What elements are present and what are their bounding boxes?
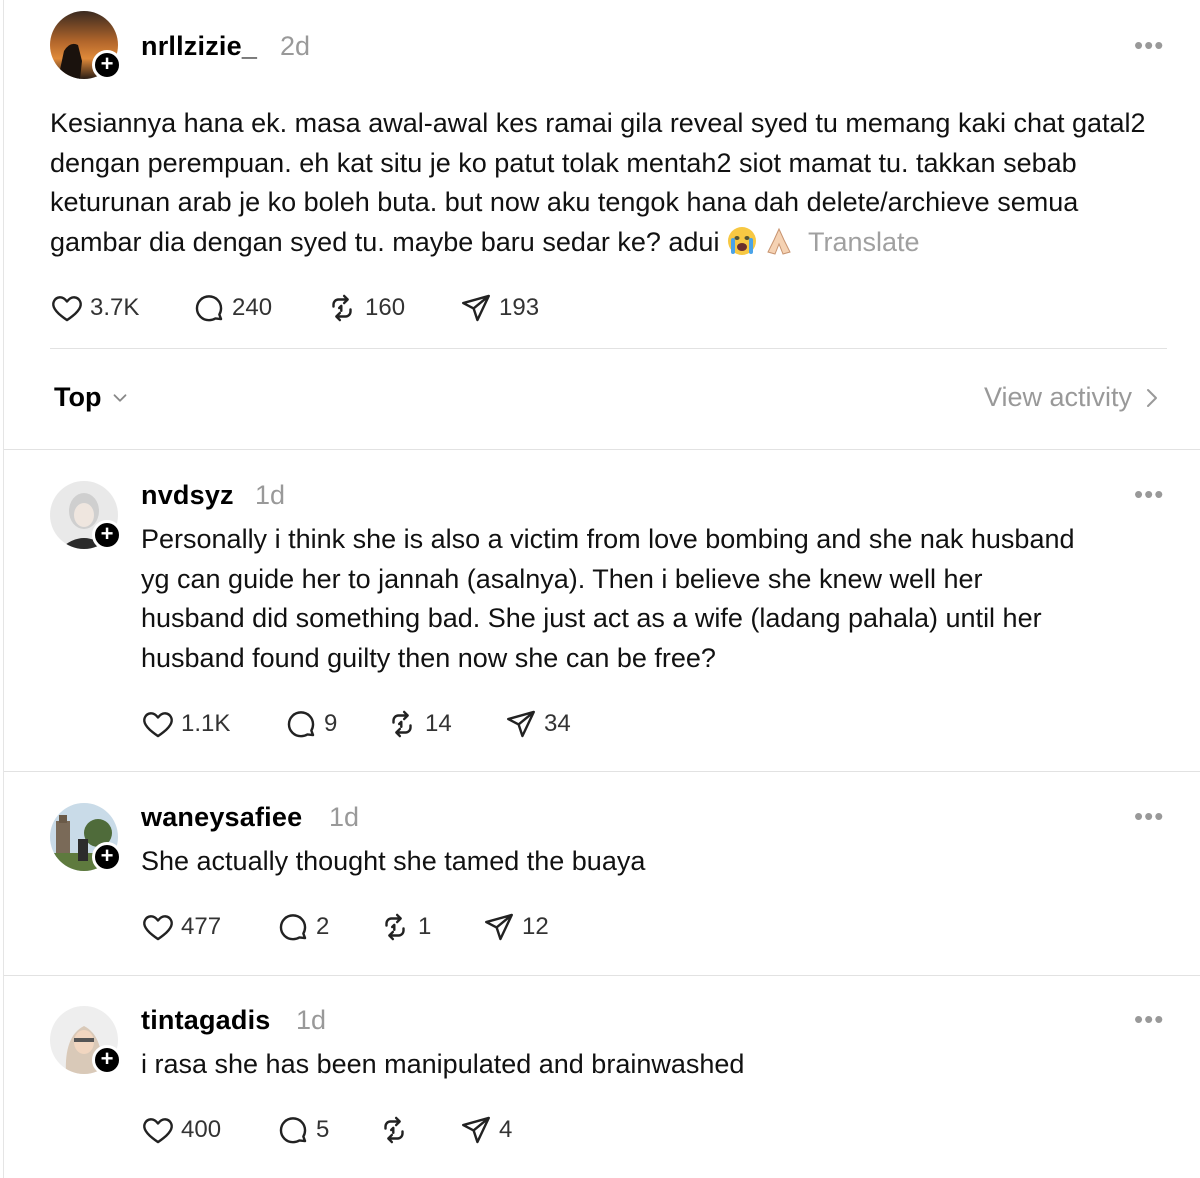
send-icon [482,910,516,944]
like-count: 1.1K [181,710,231,737]
share-count: 193 [499,294,540,321]
share-count: 4 [499,1116,513,1143]
sort-dropdown[interactable]: Top [54,382,131,413]
translate-link[interactable]: Translate [808,227,920,257]
repost-count: 1 [418,913,432,940]
more-options-icon[interactable]: ••• [1134,481,1164,507]
like-button[interactable]: 1.1K [141,707,284,741]
repost-icon [378,910,412,944]
comment-actions: 477 2 1 12 [141,907,549,947]
comment-username[interactable]: waneysafiee [141,802,302,833]
comment-text: Personally i think she is also a victim … [141,524,1075,673]
reply-count: 9 [324,710,338,737]
post-time: 2d [280,31,311,61]
view-activity-link[interactable]: View activity [984,382,1162,413]
like-button[interactable]: 477 [141,910,276,944]
reply-count: 2 [316,913,330,940]
repost-button[interactable]: 1 [378,910,482,944]
comment-actions: 400 5 4 [141,1110,512,1150]
repost-count: 160 [365,294,406,321]
like-count: 3.7K [90,294,140,321]
repost-count: 14 [425,710,452,737]
comment-text: i rasa she has been manipulated and brai… [141,1049,745,1079]
send-icon [504,707,538,741]
repost-button[interactable]: 160 [325,291,459,325]
view-activity-label: View activity [983,382,1132,412]
divider [4,975,1200,976]
chevron-down-icon [114,393,127,402]
sort-label: Top [54,382,102,412]
comment-time: 1d [255,480,286,510]
comment-time: 1d [296,1005,327,1035]
reply-button[interactable]: 240 [192,291,325,325]
heart-icon [141,910,175,944]
comment-icon [284,707,318,741]
follow-plus-icon[interactable]: + [92,50,122,80]
reply-count: 240 [232,294,273,321]
comment-icon [192,291,226,325]
post-username[interactable]: nrllzizie_ [141,31,257,62]
heart-icon [50,291,84,325]
reply-button[interactable]: 9 [284,707,385,741]
repost-icon [377,1113,411,1147]
reply-button[interactable]: 5 [276,1113,377,1147]
divider [4,771,1200,772]
repost-button[interactable] [377,1113,459,1147]
like-button[interactable]: 400 [141,1113,276,1147]
send-icon [459,291,493,325]
follow-plus-icon[interactable]: + [92,520,122,550]
post-actions: 3.7K 240 160 193 [50,288,539,328]
chevron-right-icon [1147,388,1157,407]
share-button[interactable]: 193 [459,291,539,325]
crying-face-emoji [727,226,756,255]
divider [50,348,1167,349]
more-options-icon[interactable]: ••• [1134,803,1164,829]
repost-button[interactable]: 14 [385,707,504,741]
more-options-icon[interactable]: ••• [1134,32,1164,58]
post-body: Kesiannya hana ek. masa awal-awal kes ra… [50,108,1146,257]
comment-username[interactable]: nvdsyz [141,480,234,511]
like-button[interactable]: 3.7K [50,291,192,325]
thread-container: + nrllzizie_ 2d ••• Kesiannya hana ek. m… [3,0,1200,1178]
comment-actions: 1.1K 9 14 34 [141,704,571,744]
share-count: 34 [544,710,571,737]
repost-icon [385,707,419,741]
share-button[interactable]: 34 [504,707,571,741]
folded-hands-emoji [767,227,791,255]
reply-count: 5 [316,1116,330,1143]
share-button[interactable]: 12 [482,910,549,944]
comment-text: She actually thought she tamed the buaya [141,846,646,876]
comment-username[interactable]: tintagadis [141,1005,271,1036]
reply-button[interactable]: 2 [276,910,378,944]
heart-icon [141,1113,175,1147]
divider [4,449,1200,450]
comment-icon [276,910,310,944]
follow-plus-icon[interactable]: + [92,842,122,872]
comment-icon [276,1113,310,1147]
follow-plus-icon[interactable]: + [92,1045,122,1075]
like-count: 400 [181,1116,222,1143]
comment-time: 1d [329,802,360,832]
send-icon [459,1113,493,1147]
share-count: 12 [522,913,549,940]
share-button[interactable]: 4 [459,1113,512,1147]
more-options-icon[interactable]: ••• [1134,1006,1164,1032]
like-count: 477 [181,913,222,940]
repost-icon [325,291,359,325]
post-text: Kesiannya hana ek. masa awal-awal kes ra… [50,104,1170,262]
heart-icon [141,707,175,741]
